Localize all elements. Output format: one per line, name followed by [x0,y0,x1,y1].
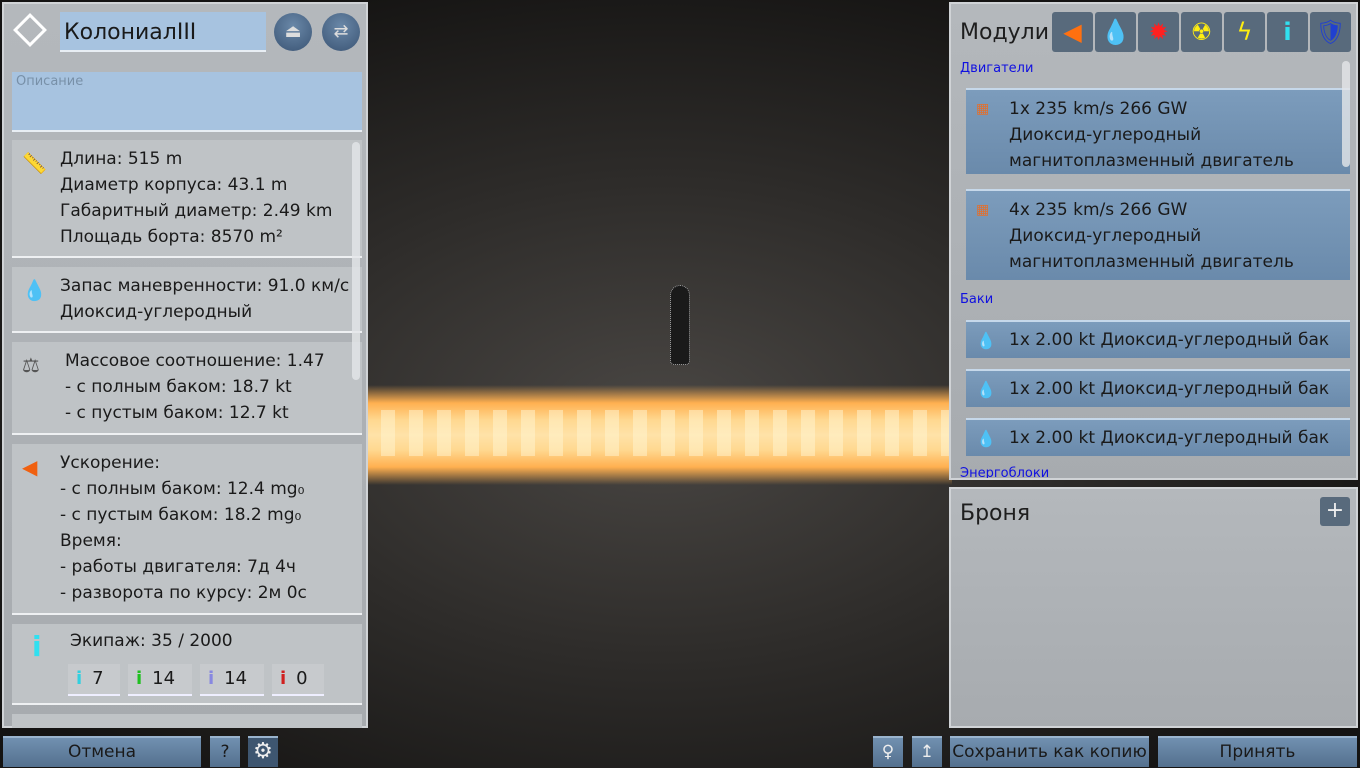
engine-icon: ▦ [976,101,990,117]
time-label: Время: [60,531,122,551]
tank-module[interactable]: 💧 1x 2.00 kt Диоксид-углеродный бак [966,320,1350,358]
engine-icon: ▦ [976,202,990,218]
propellant-type: Диоксид-углеродный [60,302,253,322]
engine-spec: 4x 235 km/s 266 GW [1009,200,1188,220]
armor-title: Броня [960,501,1031,526]
laser-filter-button[interactable]: ✹ [1138,12,1179,52]
help-button[interactable]: ? [210,736,240,767]
crew-slot: i7 [68,664,120,696]
crew-value: 7 [92,668,104,689]
ship-model [670,285,690,365]
engine-type: магнитоплазменный двигатель [1009,151,1294,171]
accel-full: - с полным баком: 12.4 mg₀ [60,479,305,499]
length: Длина: 515 m [60,149,183,169]
engine-type: магнитоплазменный двигатель [1009,252,1294,272]
thruster-filter-button[interactable]: ◀ [1052,12,1093,52]
engines-category: Двигатели [960,61,1034,76]
accel-label: Ускорение: [60,453,160,473]
thruster-icon: ◀ [22,455,38,479]
propellant-filter-button[interactable]: 💧 [1095,12,1136,52]
crew-count: Экипаж: 35 / 2000 [70,631,233,651]
save-as-copy-button[interactable]: Сохранить как копию [950,736,1149,767]
turn-time: - разворота по курсу: 2м 0с [60,583,307,603]
crew-value: 14 [152,668,176,689]
crew-icon: i [208,668,215,689]
tank-label: 1x 2.00 kt Диоксид-углеродный бак [1009,379,1330,399]
mass-section: ⚖ Массовое соотношение: 1.47 - с полным … [12,342,362,435]
engine-spec: 1x 235 km/s 266 GW [1009,99,1188,119]
modules-panel: Модули ◀ 💧 ✹ ☢ ϟ i 🛡 Двигатели ▦ 1x 235 k… [949,2,1358,480]
engine-module[interactable]: ▦ 1x 235 km/s 266 GW Диоксид-углеродный маг… [966,88,1350,174]
modules-scrollbar[interactable] [1342,61,1350,167]
burn-time: - работы двигателя: 7д 4ч [60,557,296,577]
side-area: Площадь борта: 8570 m² [60,227,283,247]
reactor-filter-button[interactable]: ☢ [1181,12,1222,52]
engine-exhaust [367,385,952,485]
description-input[interactable]: Описание [12,72,362,132]
tank-module[interactable]: 💧 1x 2.00 kt Диоксид-углеродный бак [966,418,1350,456]
add-armor-button[interactable]: + [1320,497,1350,526]
crew-value: 14 [224,668,248,689]
propellant-drop-icon: 💧 [976,331,996,350]
settings-gear-icon[interactable]: ⚙ [248,736,278,767]
crew-icon: i [76,668,83,689]
thrust-direction-icon[interactable]: ↥ [912,736,942,767]
modules-title: Модули [960,20,1050,45]
ruler-icon: 📏 [22,151,47,175]
crew-filter-button[interactable]: i [1267,12,1308,52]
mass-ratio: Массовое соотношение: 1.47 [65,351,325,371]
radiation-shield-filter-button[interactable]: 🛡 [1310,12,1351,52]
propellant-drop-icon: 💧 [976,429,996,448]
stats-scrollbar[interactable] [352,142,360,380]
swap-button[interactable]: ⇄ [322,13,360,51]
propellant-drop-icon: 💧 [976,380,996,399]
power-filter-button[interactable]: ϟ [1224,12,1265,52]
center-of-mass-icon[interactable]: ♀ [873,736,903,767]
accept-button[interactable]: Принять [1158,736,1357,767]
engine-module[interactable]: ▦ 4x 235 km/s 266 GW Диоксид-углеродный маг… [966,189,1350,280]
tank-label: 1x 2.00 kt Диоксид-углеродный бак [1009,428,1330,448]
hull-diameter: Диаметр корпуса: 43.1 m [60,175,288,195]
crew-slot: i 14 [200,664,264,696]
delta-v-section: 💧 Запас маневренности: 91.0 км/с Диоксид-… [12,267,362,333]
crew-icon: i [280,668,287,689]
ship-stats-panel: КолониалIII ⏏ ⇄ Описание 📏 Длина: 515 m Д… [2,2,368,728]
overall-diameter: Габаритный диаметр: 2.49 km [60,201,333,221]
crew-section: i Экипаж: 35 / 2000 i7 i 14 i 14 i0 [12,624,362,705]
crew-icon: i [32,630,42,663]
armor-panel: Броня + [949,487,1358,728]
crew-slot: i0 [272,664,324,696]
weight-icon: ⚖ [22,353,40,377]
power-category: Энергоблоки [960,466,1050,478]
dry-mass: - с пустым баком: 12.7 kt [65,403,289,423]
wet-mass: - с полным баком: 18.7 kt [65,377,292,397]
dimensions-section: 📏 Длина: 515 m Диаметр корпуса: 43.1 m Габ… [12,140,362,258]
cancel-button[interactable]: Отмена [3,736,201,767]
tank-label: 1x 2.00 kt Диоксид-углеродный бак [1009,330,1330,350]
accel-empty: - с пустым баком: 18.2 mg₀ [60,505,302,525]
ship-name-input[interactable]: КолониалIII [60,12,266,52]
crew-value: 0 [296,668,308,689]
delta-v: Запас маневренности: 91.0 км/с [60,276,350,296]
propellant-drop-icon: 💧 [22,278,47,302]
engine-propellant: Диоксид-углеродный [1009,125,1202,145]
acceleration-section: ◀ Ускорение: - с полным баком: 12.4 mg₀ … [12,444,362,615]
crew-icon: i [136,668,143,689]
engine-propellant: Диоксид-углеродный [1009,226,1202,246]
next-section [12,714,362,728]
tanks-category: Баки [960,292,994,307]
weight-mass-button[interactable]: ⏏ [274,13,312,51]
tank-module[interactable]: 💧 1x 2.00 kt Диоксид-углеродный бак [966,369,1350,407]
crew-slot: i 14 [128,664,192,696]
ship-class-icon [13,13,47,47]
